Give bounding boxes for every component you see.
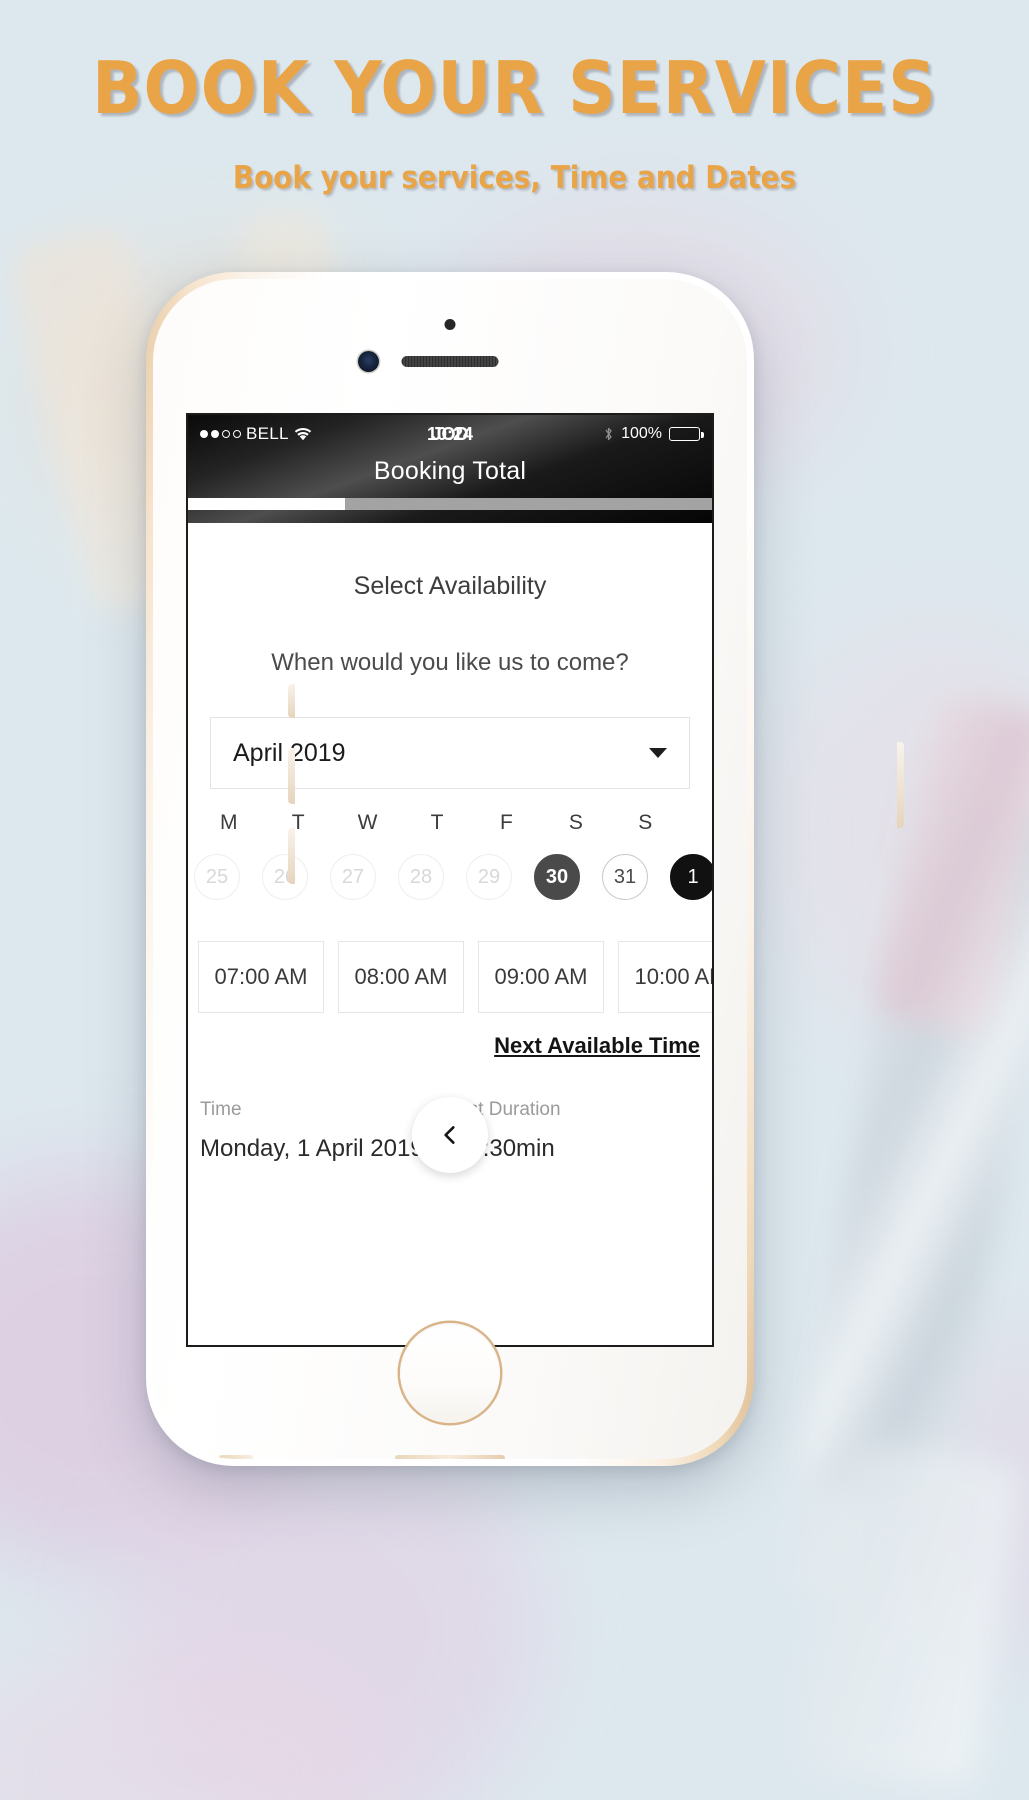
calendar-day-1[interactable]: 1 (670, 854, 712, 900)
mute-switch[interactable] (288, 684, 295, 718)
time-slot[interactable]: 10:00 AM (618, 941, 712, 1013)
battery-percent-label: 100% (621, 425, 662, 442)
summary-time-column: Time Monday, 1 April 2019 - (200, 1099, 446, 1165)
status-app-name: JOD (431, 423, 469, 444)
phone-mockup: BELL 10:24 JOD 100% Booking Total Select… (146, 272, 904, 1466)
calendar-day-25[interactable]: 25 (194, 854, 240, 900)
home-button[interactable] (400, 1323, 500, 1423)
calendar-day-29[interactable]: 29 (466, 854, 512, 900)
calendar-day-28[interactable]: 28 (398, 854, 444, 900)
weekday-label: S (568, 811, 583, 834)
next-available-time-link[interactable]: Next Available Time (188, 1033, 700, 1059)
calendar-day-27[interactable]: 27 (330, 854, 376, 900)
calendar-day-26[interactable]: 26 (262, 854, 308, 900)
status-left-group: BELL (200, 424, 312, 444)
proximity-sensor-icon (444, 319, 456, 330)
status-bar: BELL 10:24 JOD 100% Booking Total (188, 415, 712, 523)
page-title: BOOK YOUR SERVICES (92, 46, 937, 130)
weekday-label: S (638, 811, 653, 834)
status-bar-row: BELL 10:24 JOD 100% (188, 415, 712, 453)
front-camera-icon (358, 351, 379, 372)
phone-screen: BELL 10:24 JOD 100% Booking Total Select… (186, 413, 714, 1347)
weekday-label: F (500, 811, 513, 834)
earpiece-speaker-icon (401, 356, 499, 367)
time-slot[interactable]: 08:00 AM (338, 941, 464, 1013)
time-slot[interactable]: 09:00 AM (478, 941, 604, 1013)
wifi-icon (294, 427, 312, 441)
calendar-day-31[interactable]: 31 (602, 854, 648, 900)
weekday-label: T (291, 811, 305, 834)
chevron-down-icon (649, 748, 667, 758)
section-question: When would you like us to come? (271, 649, 629, 676)
back-button[interactable] (412, 1097, 488, 1173)
weekday-header-row: MTWTFSS (194, 811, 708, 835)
battery-icon (669, 427, 704, 441)
summary-duration-value: 00:30min (456, 1135, 555, 1162)
nav-bar-title: Booking Total (373, 457, 527, 485)
summary-time-label: Time (200, 1099, 242, 1120)
weekday-label: T (430, 811, 444, 834)
headphone-jack (219, 1455, 253, 1459)
summary-time-value: Monday, 1 April 2019 - (200, 1135, 439, 1162)
calendar-day-strip[interactable]: 25 26 27 28 29 30 31 1 (194, 853, 712, 901)
calendar-day-30[interactable]: 30 (534, 854, 580, 900)
section-title: Select Availability (353, 572, 547, 600)
summary-duration-column: Est Duration 00:30min (456, 1099, 702, 1165)
status-right-group: 100% (603, 425, 704, 443)
volume-down-button[interactable] (288, 828, 295, 884)
power-button[interactable] (897, 742, 904, 828)
bluetooth-icon (603, 426, 614, 442)
hero-header: BOOK YOUR SERVICES Book your services, T… (0, 52, 1029, 196)
status-clock: 10:24 (426, 423, 474, 444)
signal-strength-icon (200, 430, 241, 438)
page-subtitle: Book your services, Time and Dates (232, 160, 797, 196)
app-content: Select Availability When would you like … (188, 572, 712, 1166)
summary-duration-label: Est Duration (456, 1099, 561, 1120)
progress-bar-fill (188, 498, 346, 510)
weekday-label: W (357, 811, 378, 834)
time-slot[interactable]: 07:00 AM (198, 941, 324, 1013)
weekday-label: M (219, 811, 238, 834)
time-slot-strip[interactable]: 07:00 AM08:00 AM09:00 AM10:00 AM11:00 AM (198, 941, 712, 1013)
carrier-label: BELL (246, 424, 289, 443)
phone-bezel: BELL 10:24 JOD 100% Booking Total Select… (153, 279, 747, 1459)
speaker-grille-bottom (395, 1455, 505, 1459)
volume-up-button[interactable] (288, 748, 295, 804)
month-select-dropdown[interactable]: April 2019 (210, 717, 690, 789)
chevron-left-icon (437, 1122, 463, 1148)
page-root: BOOK YOUR SERVICES Book your services, T… (0, 0, 1029, 1800)
progress-bar (188, 498, 712, 510)
